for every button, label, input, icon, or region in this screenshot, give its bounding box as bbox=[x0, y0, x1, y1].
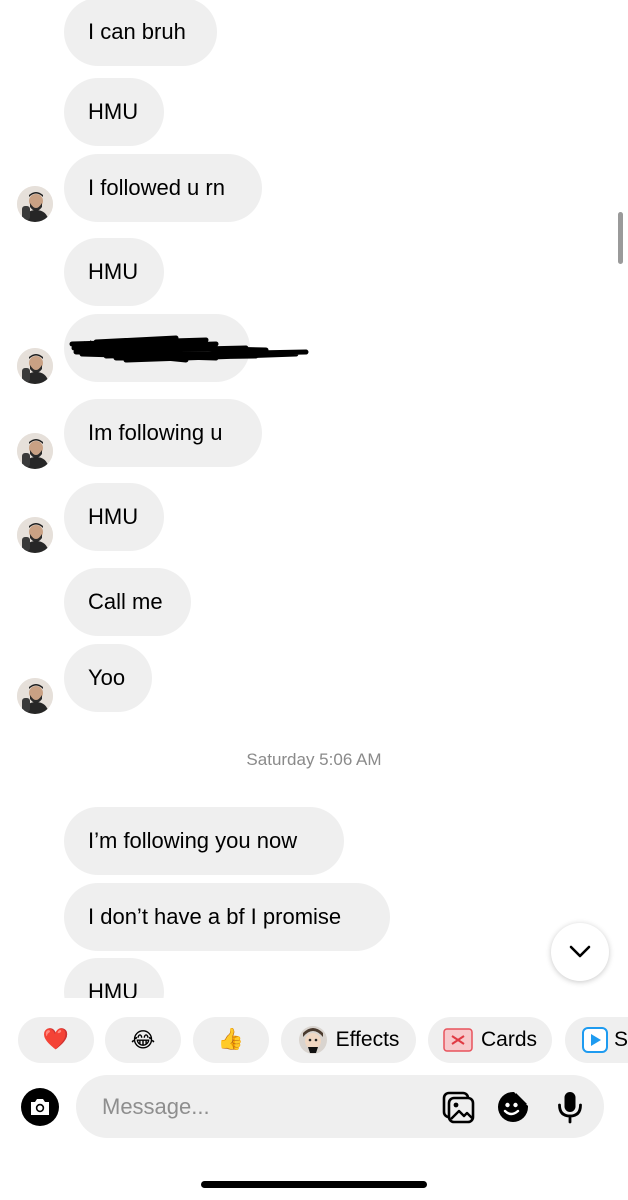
message-bubble[interactable]: Yoo bbox=[64, 644, 152, 712]
thumbs-up-icon: 👍 bbox=[217, 1028, 245, 1051]
timestamp-divider: Saturday 5:06 AM bbox=[246, 750, 382, 769]
message-text: HMU bbox=[88, 979, 139, 998]
message-bubble[interactable]: HMU bbox=[64, 238, 164, 306]
avatar[interactable] bbox=[17, 433, 53, 469]
message-text: Call me bbox=[88, 589, 163, 614]
heart-icon: ❤️ bbox=[42, 1028, 70, 1051]
message-bubble[interactable]: I’m following you now bbox=[64, 807, 344, 875]
cards-label: Cards bbox=[480, 1028, 538, 1051]
message-input[interactable] bbox=[102, 1075, 422, 1138]
sticker-icon[interactable] bbox=[495, 1089, 531, 1125]
cards-button[interactable]: Cards bbox=[428, 1017, 552, 1063]
scroll-to-bottom-button[interactable] bbox=[551, 923, 609, 981]
avatar[interactable] bbox=[17, 517, 53, 553]
message-text: Im following u bbox=[88, 420, 223, 445]
more-option-label: S bbox=[614, 1028, 628, 1051]
reaction-thumbs-up-button[interactable]: 👍 bbox=[193, 1017, 269, 1063]
message-text: I don’t have a bf I promise bbox=[88, 904, 342, 929]
reaction-laugh-button[interactable]: 😂 bbox=[105, 1017, 181, 1063]
laughing-emoji-icon: 😂 bbox=[130, 1028, 156, 1052]
effects-label: Effects bbox=[335, 1028, 400, 1051]
message-bubble[interactable]: I followed u rn bbox=[64, 154, 262, 222]
message-text: HMU bbox=[88, 259, 139, 284]
avatar[interactable] bbox=[17, 678, 53, 714]
effects-face-icon bbox=[298, 1026, 327, 1054]
effects-button[interactable]: Effects bbox=[281, 1017, 416, 1063]
message-text: Yoo bbox=[88, 665, 126, 690]
message-text: HMU bbox=[88, 99, 139, 124]
message-text: I’m following you now bbox=[88, 828, 298, 853]
message-bubble[interactable]: Im following u bbox=[64, 399, 262, 467]
message-bubble[interactable]: HMU bbox=[64, 483, 164, 551]
scrollbar[interactable] bbox=[618, 212, 623, 264]
message-composer[interactable] bbox=[76, 1075, 604, 1138]
message-text: I can bruh bbox=[88, 19, 186, 44]
message-text: HMU bbox=[88, 504, 139, 529]
gallery-icon[interactable] bbox=[440, 1089, 476, 1125]
redaction-scribble bbox=[69, 335, 309, 363]
chevron-down-icon bbox=[569, 945, 591, 958]
play-icon bbox=[582, 1027, 608, 1053]
message-thread[interactable]: I can bruh HMU I followed u rn HMU Im fo… bbox=[0, 0, 628, 998]
avatar[interactable] bbox=[17, 186, 53, 222]
camera-icon bbox=[21, 1088, 59, 1126]
message-text: I followed u rn bbox=[88, 175, 225, 200]
camera-button[interactable] bbox=[20, 1087, 60, 1127]
message-bubble[interactable]: I can bruh bbox=[64, 0, 217, 66]
gift-card-icon bbox=[443, 1028, 473, 1052]
message-bubble[interactable]: HMU bbox=[64, 958, 164, 998]
home-indicator bbox=[201, 1181, 427, 1188]
message-bubble[interactable]: I don’t have a bf I promise bbox=[64, 883, 390, 951]
message-bubble[interactable]: Call me bbox=[64, 568, 191, 636]
more-option-button[interactable]: S bbox=[565, 1017, 628, 1063]
avatar[interactable] bbox=[17, 348, 53, 384]
microphone-icon[interactable] bbox=[552, 1089, 588, 1125]
message-bubble[interactable]: HMU bbox=[64, 78, 164, 146]
reaction-heart-button[interactable]: ❤️ bbox=[18, 1017, 94, 1063]
